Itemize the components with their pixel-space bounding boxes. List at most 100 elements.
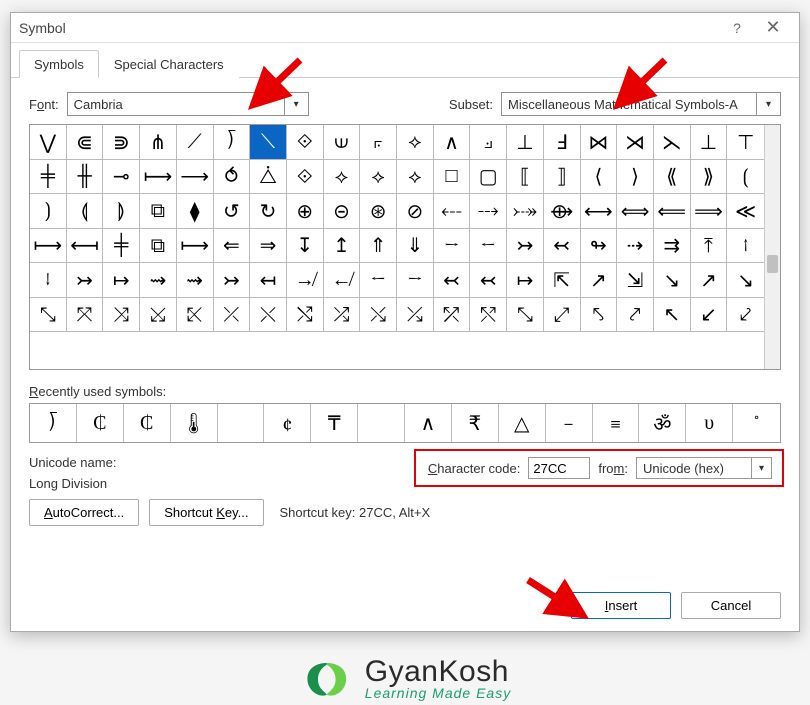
recent-symbol-cell[interactable]: ₵	[124, 404, 171, 442]
symbol-cell[interactable]: ⊤	[727, 125, 764, 160]
symbol-cell[interactable]: ⟼	[30, 229, 67, 264]
symbol-cell[interactable]: ⋈	[581, 125, 618, 160]
subset-select[interactable]: Miscellaneous Mathematical Symbols-A ▾	[501, 92, 781, 116]
recent-symbol-cell[interactable]	[218, 404, 265, 442]
symbol-cell[interactable]: ↚	[324, 263, 361, 298]
symbol-cell[interactable]: ⤮	[324, 298, 361, 333]
recent-symbol-cell[interactable]: ₹	[452, 404, 499, 442]
recent-symbol-cell[interactable]: ¢	[264, 404, 311, 442]
symbol-cell[interactable]: ⟴	[544, 194, 581, 229]
symbol-cell[interactable]: ⧊	[250, 160, 287, 195]
symbol-grid[interactable]: ⋁⋐⋑⋔⟋⟌⟍⟐⟒⟔⟡∧⟓⊥Ⅎ⋈⋊⋋⊥⊤╪╫⊸⟼⟶⥀⧊⟐⟡⟡⟡□▢⟦⟧⟨⟩⟪⟫⟮…	[30, 125, 764, 369]
symbol-cell[interactable]: ⟦	[507, 160, 544, 195]
symbol-cell[interactable]: ⤱	[434, 298, 471, 333]
symbol-cell[interactable]: ⧉	[140, 229, 177, 264]
symbol-cell[interactable]: ↤	[250, 263, 287, 298]
symbol-cell[interactable]: ⇢	[617, 229, 654, 264]
symbol-cell[interactable]: ⋔	[140, 125, 177, 160]
symbol-cell[interactable]: ⤎	[434, 194, 471, 229]
recent-symbol-cell[interactable]: ₵	[77, 404, 124, 442]
symbol-cell[interactable]: ⟪	[654, 160, 691, 195]
symbol-cell[interactable]: →	[397, 263, 434, 298]
recent-symbol-cell[interactable]: 🌡	[171, 404, 218, 442]
symbol-cell[interactable]: ⤪	[177, 298, 214, 333]
symbol-cell[interactable]: ⋊	[617, 125, 654, 160]
recent-symbol-cell[interactable]: ˚	[733, 404, 780, 442]
character-code-input[interactable]	[528, 457, 590, 479]
symbol-cell[interactable]: ⟨	[581, 160, 618, 195]
symbol-cell[interactable]: ⟒	[324, 125, 361, 160]
symbol-cell[interactable]: ⟧	[544, 160, 581, 195]
recent-symbol-cell[interactable]: △	[499, 404, 546, 442]
symbol-cell[interactable]: ⟭	[103, 194, 140, 229]
symbol-cell[interactable]: ⧫	[177, 194, 214, 229]
symbol-cell[interactable]: ╫	[67, 160, 104, 195]
symbol-cell[interactable]: ⇐	[214, 229, 251, 264]
symbol-cell[interactable]: ↗	[581, 263, 618, 298]
symbol-cell[interactable]: ↣	[507, 229, 544, 264]
symbol-cell[interactable]: ⟺	[617, 194, 654, 229]
symbol-cell[interactable]: ╪	[30, 160, 67, 195]
symbol-cell[interactable]: ⟼	[140, 160, 177, 195]
symbol-cell[interactable]: ⇓	[397, 229, 434, 264]
symbol-cell[interactable]: ⇝	[140, 263, 177, 298]
symbol-cell[interactable]: ↙	[691, 298, 728, 333]
symbol-cell[interactable]: ⟫	[691, 160, 728, 195]
symbol-cell[interactable]: ⤣	[581, 298, 618, 333]
scrollbar-thumb[interactable]	[767, 255, 778, 273]
symbol-cell[interactable]: ⤡	[507, 298, 544, 333]
recent-grid[interactable]: ⟌₵₵🌡¢₸∧₹△−≡ॐυ˚	[29, 403, 781, 443]
autocorrect-button[interactable]: AutoCorrect...	[29, 499, 139, 526]
symbol-cell[interactable]: ↛	[287, 263, 324, 298]
symbol-cell[interactable]: ⤲	[470, 298, 507, 333]
symbol-cell[interactable]: ↓	[30, 263, 67, 298]
symbol-cell[interactable]: ⟡	[397, 160, 434, 195]
from-select[interactable]: Unicode (hex) ▾	[636, 457, 772, 479]
symbol-cell[interactable]: ↢	[434, 263, 471, 298]
symbol-cell[interactable]: ↖	[654, 298, 691, 333]
recent-symbol-cell[interactable]	[358, 404, 405, 442]
recent-symbol-cell[interactable]: ∧	[405, 404, 452, 442]
recent-symbol-cell[interactable]: υ	[686, 404, 733, 442]
close-button[interactable]: ✕	[755, 14, 791, 42]
recent-symbol-cell[interactable]: ≡	[593, 404, 640, 442]
symbol-cell[interactable]: ⊘	[397, 194, 434, 229]
symbol-cell[interactable]: ⟌	[214, 125, 251, 160]
symbol-cell[interactable]: ⤯	[360, 298, 397, 333]
symbol-cell[interactable]: ⟡	[324, 160, 361, 195]
symbol-cell[interactable]: ⇑	[360, 229, 397, 264]
symbol-cell[interactable]: ↥	[324, 229, 361, 264]
symbol-cell[interactable]: ←	[470, 229, 507, 264]
symbol-cell[interactable]: ≪	[727, 194, 764, 229]
symbol-cell[interactable]: ↢	[544, 229, 581, 264]
symbol-cell[interactable]: ⟸	[654, 194, 691, 229]
symbol-cell[interactable]: ⥀	[214, 160, 251, 195]
symbol-cell[interactable]: ⋁	[30, 125, 67, 160]
symbol-cell[interactable]: ↧	[287, 229, 324, 264]
symbol-cell[interactable]: ⊛	[360, 194, 397, 229]
symbol-cell[interactable]: ⟯	[30, 194, 67, 229]
symbol-cell[interactable]: ⤭	[287, 298, 324, 333]
symbol-cell[interactable]: ∧	[434, 125, 471, 160]
symbol-cell[interactable]: ↗	[691, 263, 728, 298]
symbol-cell[interactable]: ╪	[103, 229, 140, 264]
symbol-cell[interactable]: ⟩	[617, 160, 654, 195]
symbol-cell[interactable]: ⟬	[67, 194, 104, 229]
symbol-cell[interactable]: ⤡	[30, 298, 67, 333]
symbol-cell[interactable]: ⋐	[67, 125, 104, 160]
symbol-cell[interactable]: ↘	[654, 263, 691, 298]
symbol-cell[interactable]: ⟷	[581, 194, 618, 229]
symbol-cell[interactable]: ↘	[727, 263, 764, 298]
symbol-cell[interactable]: ⇲	[617, 263, 654, 298]
symbol-cell[interactable]: ⤏	[470, 194, 507, 229]
symbol-cell[interactable]: ⟐	[287, 125, 324, 160]
symbol-cell[interactable]: ⇝	[177, 263, 214, 298]
symbol-cell[interactable]: ⋋	[654, 125, 691, 160]
recent-symbol-cell[interactable]: ₸	[311, 404, 358, 442]
symbol-cell[interactable]: ⋑	[103, 125, 140, 160]
insert-button[interactable]: Insert	[571, 592, 671, 619]
symbol-cell[interactable]: ↣	[67, 263, 104, 298]
recent-symbol-cell[interactable]: ॐ	[639, 404, 686, 442]
symbol-cell[interactable]: ⟼	[177, 229, 214, 264]
symbol-cell[interactable]: ⇱	[544, 263, 581, 298]
